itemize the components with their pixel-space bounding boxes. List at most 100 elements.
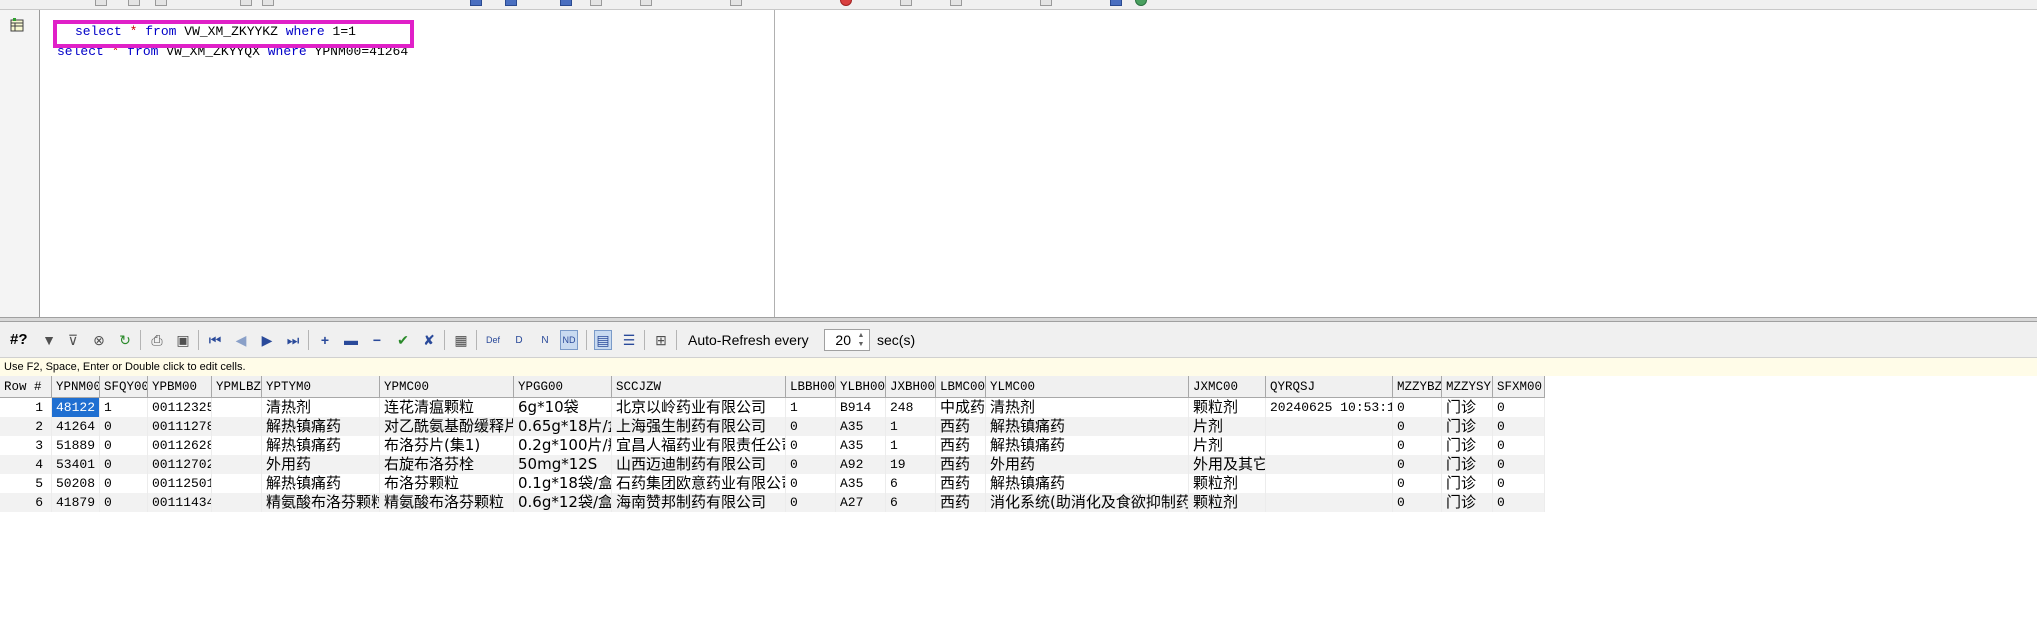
refresh-interval-spinner[interactable]: 20 ▲ ▼ (824, 329, 870, 351)
table-cell[interactable]: 00112702 (148, 455, 212, 474)
table-cell[interactable]: 0 (1493, 417, 1545, 436)
table-cell[interactable]: 48122 (52, 398, 100, 417)
table-cell[interactable]: 0 (1493, 436, 1545, 455)
column-header-jxbh00[interactable]: JXBH00 (886, 376, 936, 398)
table-cell[interactable]: 0 (786, 455, 836, 474)
table-cell[interactable]: 北京以岭药业有限公司 (612, 398, 786, 417)
table-cell[interactable] (212, 436, 262, 455)
table-cell[interactable]: 连花清瘟颗粒 (380, 398, 514, 417)
table-cell[interactable]: 布洛芬片(集1) (380, 436, 514, 455)
table-cell[interactable]: 门诊 (1442, 398, 1493, 417)
table-cell[interactable] (1266, 455, 1393, 474)
table-cell[interactable]: 0 (1393, 493, 1442, 512)
auto-refresh-icon[interactable]: ⊞ (652, 330, 670, 350)
save-icon[interactable]: ▣ (174, 330, 192, 350)
table-cell[interactable]: 上海强生制药有限公司 (612, 417, 786, 436)
table-cell[interactable]: 0 (1393, 436, 1442, 455)
table-cell[interactable]: 外用药 (262, 455, 380, 474)
table-cell[interactable]: 0 (1393, 474, 1442, 493)
table-cell[interactable]: 1 (100, 398, 148, 417)
table-cell[interactable]: 门诊 (1442, 474, 1493, 493)
table-cell[interactable]: 解热镇痛药 (986, 417, 1189, 436)
table-cell[interactable]: 门诊 (1442, 417, 1493, 436)
column-header-ylbh00[interactable]: YLBH00 (836, 376, 886, 398)
table-cell[interactable]: 0.2g*100片/瓶 (514, 436, 612, 455)
column-header-ypgg00[interactable]: YPGG00 (514, 376, 612, 398)
grid-view-icon[interactable]: ▤ (594, 330, 612, 350)
table-cell[interactable]: 门诊 (1442, 493, 1493, 512)
table-cell[interactable]: 00112501 (148, 474, 212, 493)
table-cell[interactable]: 解热镇痛药 (262, 474, 380, 493)
toolbar-button-icon[interactable] (505, 0, 517, 6)
table-cell[interactable]: 0 (100, 436, 148, 455)
table-cell[interactable] (212, 455, 262, 474)
first-record-icon[interactable]: ⏮ (206, 330, 224, 350)
table-cell[interactable]: 0 (1393, 417, 1442, 436)
cancel-edit-icon[interactable]: ✘ (420, 330, 438, 350)
column-header-ypnm00[interactable]: YPNM00 (52, 376, 100, 398)
table-cell[interactable]: 6 (886, 493, 936, 512)
column-header-lbmc00[interactable]: LBMC00 (936, 376, 986, 398)
toolbar-button-icon[interactable] (1040, 0, 1052, 6)
table-cell[interactable]: 00111434 (148, 493, 212, 512)
toolbar-button-icon[interactable] (262, 0, 274, 6)
table-cell[interactable]: 0 (786, 436, 836, 455)
table-cell[interactable]: 0.1g*18袋/盒 (514, 474, 612, 493)
column-header-yptym0[interactable]: YPTYM0 (262, 376, 380, 398)
print-icon[interactable]: ⎙ (148, 330, 166, 350)
null-nd-icon[interactable]: ND (560, 330, 578, 350)
spin-up-icon[interactable]: ▲ (854, 331, 868, 340)
table-cell[interactable]: 00112628 (148, 436, 212, 455)
table-cell[interactable]: 山西迈迪制药有限公司 (612, 455, 786, 474)
table-cell[interactable]: 清热剂 (986, 398, 1189, 417)
table-cell[interactable]: 0 (1393, 455, 1442, 474)
table-cell[interactable]: 1 (886, 436, 936, 455)
table-cell[interactable]: A35 (836, 436, 886, 455)
table-cell[interactable]: A35 (836, 417, 886, 436)
table-cell[interactable] (1266, 436, 1393, 455)
table-cell[interactable] (212, 398, 262, 417)
table-cell[interactable]: 50mg*12S (514, 455, 612, 474)
table-cell[interactable]: 西药 (936, 436, 986, 455)
toolbar-button-icon[interactable] (95, 0, 107, 6)
table-cell[interactable]: 41264 (52, 417, 100, 436)
next-record-icon[interactable]: ▶ (258, 330, 276, 350)
table-cell[interactable]: 6g*10袋 (514, 398, 612, 417)
column-header-mzzybz[interactable]: MZZYBZ (1393, 376, 1442, 398)
column-header-lbbh00[interactable]: LBBH00 (786, 376, 836, 398)
table-cell[interactable]: 中成药 (936, 398, 986, 417)
table-cell[interactable]: 51889 (52, 436, 100, 455)
table-cell[interactable]: 片剂 (1189, 417, 1266, 436)
toolbar-button-icon[interactable] (590, 0, 602, 6)
column-header-qyrqsj[interactable]: QYRQSJ (1266, 376, 1393, 398)
prev-record-icon[interactable]: ◀ (232, 330, 250, 350)
toolbar-button-icon[interactable] (950, 0, 962, 6)
table-cell[interactable]: 0.6g*12袋/盒 (514, 493, 612, 512)
table-cell[interactable]: 外用药 (986, 455, 1189, 474)
toolbar-button-icon[interactable] (560, 0, 572, 6)
table-cell[interactable]: 海南赞邦制药有限公司 (612, 493, 786, 512)
sql-text-area[interactable]: select * from VW_XM_ZKYYKZ where 1=1 sel… (42, 10, 775, 317)
table-cell[interactable]: 1 (786, 398, 836, 417)
toolbar-button-icon[interactable] (128, 0, 140, 6)
table-cell[interactable]: 1 (886, 417, 936, 436)
add-record-icon[interactable]: + (316, 330, 334, 350)
table-cell[interactable]: A35 (836, 474, 886, 493)
table-cell[interactable]: 0 (1393, 398, 1442, 417)
table-cell[interactable]: 门诊 (1442, 436, 1493, 455)
stop-icon[interactable] (840, 0, 852, 6)
toolbar-button-icon[interactable] (1110, 0, 1122, 6)
table-cell[interactable]: 外用及其它 (1189, 455, 1266, 474)
hash-label[interactable]: #? (10, 331, 28, 349)
table-cell[interactable]: 颗粒剂 (1189, 398, 1266, 417)
table-cell[interactable] (1266, 474, 1393, 493)
table-cell[interactable]: 颗粒剂 (1189, 474, 1266, 493)
toolbar-button-icon[interactable] (640, 0, 652, 6)
table-cell[interactable]: 解热镇痛药 (262, 436, 380, 455)
table-cell[interactable]: 清热剂 (262, 398, 380, 417)
edit-record-icon[interactable]: ▬ (342, 330, 360, 350)
table-cell[interactable]: 西药 (936, 417, 986, 436)
spin-down-icon[interactable]: ▼ (854, 340, 868, 349)
refresh-interval-value[interactable]: 20 (835, 332, 851, 348)
table-cell[interactable]: 0 (786, 493, 836, 512)
